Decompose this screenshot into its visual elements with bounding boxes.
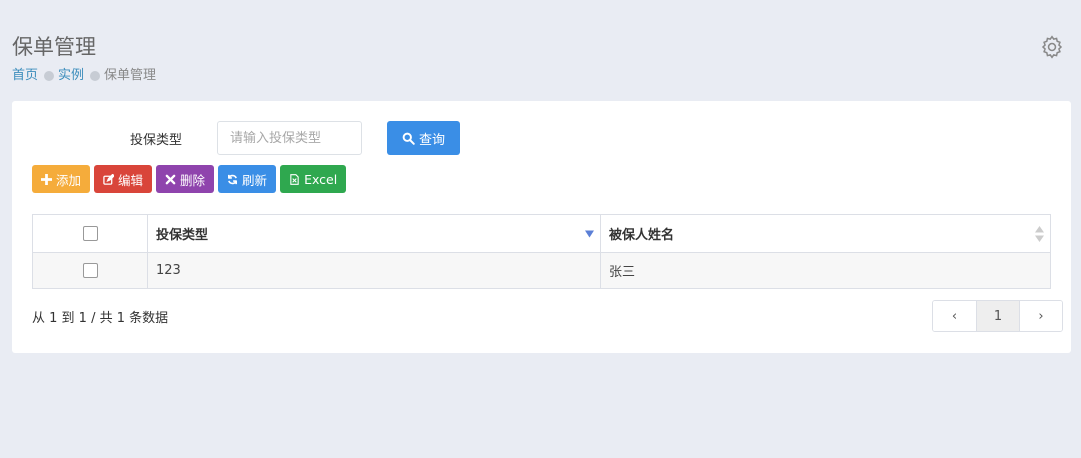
breadcrumb: 首页 实例 保单管理 — [12, 68, 156, 84]
prev-page-button[interactable]: ‹ — [933, 301, 976, 331]
main-card: 投保类型 查询 添加 编辑 删除 — [12, 101, 1071, 353]
pagination-summary: 从 1 到 1 / 共 1 条数据 — [32, 311, 169, 326]
breadcrumb-example-link[interactable]: 实例 — [58, 68, 84, 84]
breadcrumb-separator-icon — [90, 71, 101, 81]
page-header: 保单管理 首页 实例 保单管理 — [12, 32, 1072, 83]
search-label: 投保类型 — [130, 133, 183, 148]
times-icon — [165, 174, 176, 184]
page-title: 保单管理 — [12, 35, 96, 59]
delete-button-label: 删除 — [180, 172, 206, 188]
sort-both-icon — [1035, 225, 1044, 242]
toolbar: 添加 编辑 删除 刷新 Excel — [32, 165, 347, 193]
column-header-insurance-type[interactable]: 投保类型 — [147, 214, 601, 253]
table-row[interactable]: 123 张三 — [32, 252, 1051, 289]
settings-gear-icon[interactable] — [1039, 34, 1065, 60]
query-button[interactable]: 查询 — [387, 121, 460, 155]
table-header-row: 投保类型 被保人姓名 — [32, 214, 1051, 253]
row-select-cell — [32, 252, 148, 289]
add-button-label: 添加 — [56, 172, 82, 188]
edit-button-label: 编辑 — [118, 172, 144, 188]
select-all-checkbox[interactable] — [82, 226, 98, 241]
breadcrumb-home-link[interactable]: 首页 — [12, 68, 38, 84]
refresh-button[interactable]: 刷新 — [218, 165, 277, 193]
column-header-label: 投保类型 — [156, 228, 209, 243]
insurance-type-search-input[interactable] — [217, 121, 362, 155]
pagination: ‹ 1 › — [932, 300, 1063, 332]
delete-button[interactable]: 删除 — [156, 165, 215, 193]
refresh-button-label: 刷新 — [242, 172, 268, 188]
excel-export-button-label: Excel — [304, 171, 338, 187]
next-page-button[interactable]: › — [1019, 301, 1062, 331]
edit-button[interactable]: 编辑 — [94, 165, 153, 193]
select-all-cell — [32, 214, 148, 253]
add-button[interactable]: 添加 — [32, 165, 91, 193]
refresh-icon — [228, 174, 238, 184]
query-button-label: 查询 — [418, 132, 445, 148]
cell-insured-name: 张三 — [600, 252, 1051, 289]
file-excel-icon — [290, 173, 299, 185]
breadcrumb-separator-icon — [44, 71, 55, 81]
excel-export-button[interactable]: Excel — [280, 165, 347, 193]
row-checkbox[interactable] — [82, 263, 98, 278]
cell-insurance-type: 123 — [147, 252, 601, 289]
sort-desc-icon — [585, 230, 594, 237]
breadcrumb-current: 保单管理 — [104, 68, 157, 83]
search-icon — [402, 132, 415, 145]
column-header-insured-name[interactable]: 被保人姓名 — [600, 214, 1051, 253]
policy-table: 投保类型 被保人姓名 123 张三 — [32, 214, 1051, 289]
column-header-label: 被保人姓名 — [609, 228, 675, 243]
edit-icon — [103, 173, 115, 185]
page-1-button[interactable]: 1 — [976, 301, 1019, 331]
plus-icon — [41, 173, 52, 185]
